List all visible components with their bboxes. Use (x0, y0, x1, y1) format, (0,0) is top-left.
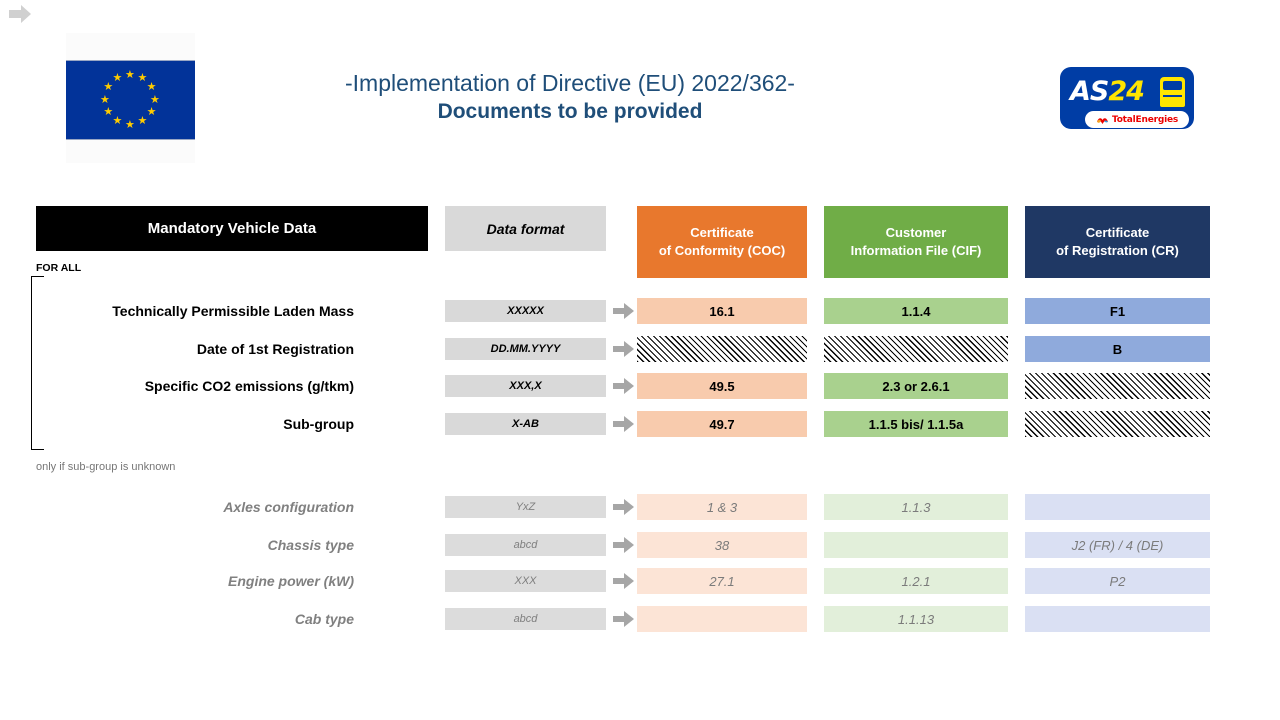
title-subtitle: -Implementation of Directive (EU) 2022/3… (300, 68, 840, 98)
cell-cif: 1.1.5 bis/ 1.1.5a (824, 411, 1008, 437)
eu-star-icon: ★ (125, 70, 135, 81)
cr-header-line1: Certificate (1086, 224, 1150, 242)
cell-cr (1025, 373, 1210, 399)
totalenergies-lockup: TotalEnergies (1085, 111, 1189, 128)
eu-flag-icon: ★★★★★★★★★★★★ (66, 33, 195, 163)
cell-cif: 1.1.4 (824, 298, 1008, 324)
cell-cr (1025, 606, 1210, 632)
row-label: Engine power (kW) (36, 568, 428, 594)
eu-star-icon: ★ (125, 120, 135, 131)
cif-header-line2: Information File (CIF) (851, 242, 982, 260)
row-format-value: XXX (445, 570, 606, 592)
totalenergies-mark-icon (1096, 114, 1109, 125)
flow-arrow-icon (612, 568, 636, 594)
flow-arrow-icon (612, 373, 636, 399)
eu-star-icon: ★ (147, 107, 157, 118)
cell-cr: B (1025, 336, 1210, 362)
cell-cif (824, 532, 1008, 558)
cell-cif: 1.1.3 (824, 494, 1008, 520)
coc-header-line2: of Conformity (COC) (659, 242, 785, 260)
table-header-coc: Certificate of Conformity (COC) (637, 206, 807, 278)
cell-cr (1025, 494, 1210, 520)
totalenergies-label: TotalEnergies (1112, 115, 1178, 125)
decorative-arrow-icon (8, 3, 32, 25)
title-main: Documents to be provided (300, 98, 840, 126)
cell-coc: 1 & 3 (637, 494, 807, 520)
row-label: Sub-group (36, 411, 428, 437)
cell-cif: 2.3 or 2.6.1 (824, 373, 1008, 399)
cell-cif: 1.1.13 (824, 606, 1008, 632)
row-label: Axles configuration (36, 494, 428, 520)
flow-arrow-icon (612, 298, 636, 324)
row-label: Technically Permissible Laden Mass (36, 298, 428, 324)
eu-star-icon: ★ (113, 116, 123, 127)
row-format-value: abcd (445, 534, 606, 556)
cell-coc: 49.5 (637, 373, 807, 399)
row-format-value: XXXXX (445, 300, 606, 322)
row-format-value: YxZ (445, 496, 606, 518)
cell-cr: F1 (1025, 298, 1210, 324)
eu-star-icon: ★ (100, 95, 110, 106)
subgroup-note: only if sub-group is unknown (36, 461, 175, 473)
eu-star-icon: ★ (103, 107, 113, 118)
row-format-value: X-AB (445, 413, 606, 435)
table-header-cr: Certificate of Registration (CR) (1025, 206, 1210, 278)
cell-coc: 16.1 (637, 298, 807, 324)
flow-arrow-icon (612, 606, 636, 632)
as24-wordmark: AS24 (1070, 78, 1144, 105)
cell-cr (1025, 411, 1210, 437)
flow-arrow-icon (612, 532, 636, 558)
flow-arrow-icon (612, 336, 636, 362)
eu-star-icon: ★ (147, 82, 157, 93)
row-label: Cab type (36, 606, 428, 632)
row-label: Date of 1st Registration (36, 336, 428, 362)
slide-canvas: ★★★★★★★★★★★★ -Implementation of Directiv… (0, 0, 1280, 720)
cell-coc (637, 606, 807, 632)
eu-star-icon: ★ (150, 95, 160, 106)
flow-arrow-icon (612, 494, 636, 520)
row-format-value: DD.MM.YYYY (445, 338, 606, 360)
as24-badge: AS24 TotalEnergies (1060, 67, 1194, 129)
table-header-mandatory-vehicle-data: Mandatory Vehicle Data (36, 206, 428, 251)
row-format-value: XXX,X (445, 375, 606, 397)
eu-star-icon: ★ (113, 73, 123, 84)
row-label: Specific CO2 emissions (g/tkm) (36, 373, 428, 399)
coc-header-line1: Certificate (690, 224, 754, 242)
cif-header-line1: Customer (886, 224, 947, 242)
as24-letters: AS (1070, 76, 1108, 107)
eu-star-icon: ★ (138, 116, 148, 127)
cell-coc: 49.7 (637, 411, 807, 437)
flow-arrow-icon (612, 411, 636, 437)
cell-cr: J2 (FR) / 4 (DE) (1025, 532, 1210, 558)
cell-coc: 27.1 (637, 568, 807, 594)
cell-cif (824, 336, 1008, 362)
cell-cr: P2 (1025, 568, 1210, 594)
cr-header-line2: of Registration (CR) (1056, 242, 1179, 260)
cell-coc (637, 336, 807, 362)
cell-cif: 1.2.1 (824, 568, 1008, 594)
as24-logo: AS24 TotalEnergies (1057, 64, 1197, 138)
cell-coc: 38 (637, 532, 807, 558)
as24-number: 24 (1108, 76, 1144, 107)
truck-icon (1160, 77, 1185, 107)
group-label-for-all: FOR ALL (36, 262, 81, 274)
table-header-data-format: Data format (445, 206, 606, 251)
row-label: Chassis type (36, 532, 428, 558)
page-title: -Implementation of Directive (EU) 2022/3… (300, 68, 840, 126)
row-format-value: abcd (445, 608, 606, 630)
table-header-cif: Customer Information File (CIF) (824, 206, 1008, 278)
